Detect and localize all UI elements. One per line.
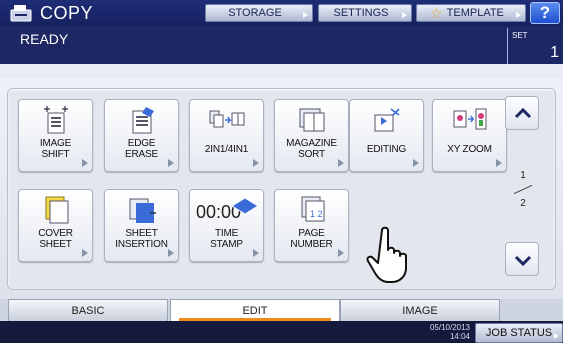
xy-zoom-button[interactable]: XY ZOOM: [432, 99, 507, 172]
editing-icon: [374, 108, 400, 132]
image-shift-icon: [44, 106, 68, 134]
page-number-label: PAGE NUMBER: [290, 228, 333, 250]
2in1-4in1-label: 2IN1/4IN1: [204, 144, 249, 155]
page-number-icon: 1 2: [301, 196, 325, 222]
time-stamp-label: TIME STAMP: [210, 228, 243, 250]
submenu-arrow-icon: [168, 159, 174, 167]
mode-tabs: BASIC EDIT IMAGE: [0, 299, 563, 321]
star-icon: ☆: [430, 4, 443, 21]
time-text: 14:04: [449, 332, 470, 341]
storage-button[interactable]: STORAGE: [205, 4, 313, 22]
stamp-diamond-icon: [231, 197, 259, 215]
help-button[interactable]: ?: [530, 2, 560, 24]
submenu-arrow-icon: [253, 249, 259, 257]
submenu-arrow-icon: [338, 249, 344, 257]
menu-arrow-icon: [402, 12, 407, 18]
edit-function-area: IMAGE SHIFT EDGE ERASE 2IN1/4IN1 MAGAZIN…: [0, 78, 563, 299]
magazine-sort-icon: [299, 108, 325, 132]
job-status-label: JOB STATUS: [485, 327, 553, 339]
xy-zoom-label: XY ZOOM: [447, 144, 492, 155]
tab-image[interactable]: IMAGE: [340, 299, 500, 321]
submenu-arrow-icon: [82, 249, 88, 257]
set-label: SET: [512, 31, 528, 40]
magazine-sort-label: MAGAZINE SORT: [286, 138, 337, 160]
settings-button[interactable]: SETTINGS: [318, 4, 412, 22]
magazine-sort-button[interactable]: MAGAZINE SORT: [274, 99, 349, 172]
menu-arrow-icon: [554, 333, 559, 339]
cover-sheet-icon: [45, 196, 69, 224]
chevron-down-icon: [514, 255, 532, 267]
sheet-insertion-button[interactable]: SHEET INSERTION: [104, 189, 179, 262]
copy-set-counter: SET 1: [507, 28, 563, 64]
sheet-insertion-icon: [129, 198, 156, 223]
time-stamp-button[interactable]: 00:00 TIME STAMP: [189, 189, 264, 262]
template-button-label: TEMPLATE: [446, 7, 504, 19]
edge-erase-label: EDGE ERASE: [125, 138, 158, 160]
submenu-arrow-icon: [338, 159, 344, 167]
hand-pointer-icon: [366, 226, 407, 283]
template-button[interactable]: ☆ TEMPLATE: [416, 4, 526, 22]
app-title: COPY: [40, 3, 94, 23]
page-total: 2: [520, 198, 526, 209]
job-status-button[interactable]: JOB STATUS: [475, 323, 563, 343]
page-current: 1: [520, 170, 526, 181]
footer-bar: 05/10/2013 14:04 JOB STATUS: [0, 321, 563, 343]
page-number-button[interactable]: 1 2 PAGE NUMBER: [274, 189, 349, 262]
date-text: 05/10/2013: [429, 323, 470, 332]
cover-sheet-button[interactable]: COVER SHEET: [18, 189, 93, 262]
settings-button-label: SETTINGS: [333, 7, 389, 19]
separator-strip: [0, 64, 563, 78]
status-text: READY: [20, 31, 69, 47]
scroll-up-button[interactable]: [505, 96, 539, 130]
cover-sheet-label: COVER SHEET: [38, 228, 73, 250]
submenu-arrow-icon: [168, 249, 174, 257]
page-separator: [513, 184, 533, 195]
scroll-down-button[interactable]: [505, 242, 539, 276]
page-indicator: 1 2: [507, 170, 539, 210]
menu-arrow-icon: [303, 12, 308, 18]
chevron-up-icon: [514, 107, 532, 119]
function-panel: IMAGE SHIFT EDGE ERASE 2IN1/4IN1 MAGAZIN…: [7, 88, 556, 290]
svg-text:1 2: 1 2: [310, 209, 323, 219]
tab-edit[interactable]: EDIT: [170, 299, 340, 321]
status-bar: READY: [0, 26, 563, 64]
editing-button[interactable]: EDITING: [349, 99, 424, 172]
submenu-arrow-icon: [413, 159, 419, 167]
image-shift-button[interactable]: IMAGE SHIFT: [18, 99, 93, 172]
image-shift-label: IMAGE SHIFT: [39, 138, 72, 160]
edge-erase-button[interactable]: EDGE ERASE: [104, 99, 179, 172]
set-count: 1: [550, 44, 559, 61]
editing-label: EDITING: [366, 144, 407, 155]
copier-icon: [10, 5, 32, 22]
edge-erase-icon: [132, 107, 154, 134]
submenu-arrow-icon: [496, 159, 502, 167]
xy-zoom-icon: [453, 108, 487, 130]
date-time: 05/10/2013 14:04: [418, 323, 470, 341]
2in1-4in1-icon: [209, 110, 245, 128]
menu-arrow-icon: [516, 12, 521, 18]
sheet-insertion-label: SHEET INSERTION: [115, 228, 168, 250]
tab-basic[interactable]: BASIC: [8, 299, 168, 321]
storage-button-label: STORAGE: [228, 7, 282, 19]
submenu-arrow-icon: [253, 159, 259, 167]
submenu-arrow-icon: [82, 159, 88, 167]
2in1-4in1-button[interactable]: 2IN1/4IN1: [189, 99, 264, 172]
title-bar: COPY STORAGE SETTINGS ☆ TEMPLATE ?: [0, 0, 563, 26]
